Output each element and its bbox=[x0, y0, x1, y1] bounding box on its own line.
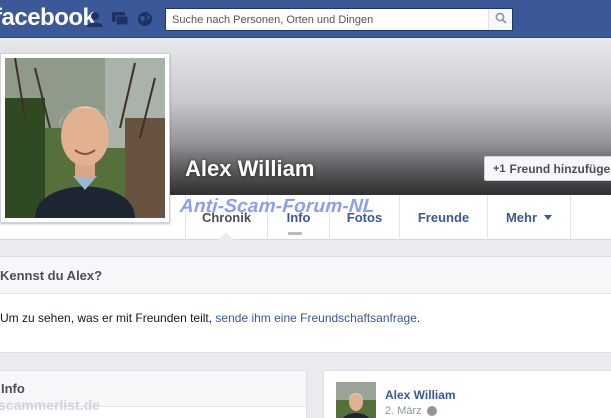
timeline-post: Alex William 2. März bbox=[323, 370, 611, 418]
messages-icon[interactable] bbox=[111, 11, 129, 27]
post-author[interactable]: Alex William bbox=[385, 388, 456, 402]
add-friend-icon: +1 bbox=[493, 162, 506, 175]
search-input[interactable] bbox=[166, 9, 488, 30]
globe-icon bbox=[426, 406, 437, 416]
tab-mehr-label: Mehr bbox=[505, 210, 538, 225]
prompt-title: Kennst du Alex? bbox=[0, 257, 611, 294]
facebook-logo[interactable]: facebook bbox=[0, 4, 96, 32]
search-button[interactable] bbox=[488, 9, 512, 30]
chevron-down-icon bbox=[544, 215, 553, 220]
profile-name[interactable]: Alex William bbox=[185, 156, 314, 182]
avatar[interactable] bbox=[336, 382, 376, 418]
add-friend-button[interactable]: +1 Freund hinzufügen bbox=[484, 156, 611, 181]
prompt-text-before: Um zu sehen, was er mit Freunden teilt, bbox=[0, 311, 216, 325]
watermark-overlay: Anti-Scam-Forum-NL bbox=[179, 196, 376, 217]
profile-picture[interactable] bbox=[0, 53, 170, 223]
send-friend-request-link[interactable]: sende ihm eine Freundschaftsanfrage bbox=[215, 311, 416, 325]
notifications-globe-icon[interactable] bbox=[136, 11, 154, 27]
post-date[interactable]: 2. März bbox=[385, 405, 437, 417]
friends-icon[interactable] bbox=[86, 11, 104, 27]
footer-watermark: scammerlist.de bbox=[0, 397, 100, 413]
prompt-text-after: . bbox=[416, 311, 421, 325]
active-tab-indicator bbox=[218, 232, 234, 240]
tab-freunde[interactable]: Freunde bbox=[399, 195, 487, 240]
search-box bbox=[165, 8, 513, 31]
prompt-text: Um zu sehen, was er mit Freunden teilt, … bbox=[0, 311, 420, 325]
info-tab-indicator bbox=[288, 232, 302, 235]
post-date-text: 2. März bbox=[385, 405, 422, 417]
friend-request-prompt: Kennst du Alex? Um zu sehen, was er mit … bbox=[0, 256, 611, 353]
tab-mehr[interactable]: Mehr bbox=[487, 195, 571, 240]
search-icon bbox=[495, 11, 507, 29]
add-friend-label: Freund hinzufügen bbox=[509, 161, 611, 176]
top-navigation-bar: facebook bbox=[0, 0, 611, 38]
